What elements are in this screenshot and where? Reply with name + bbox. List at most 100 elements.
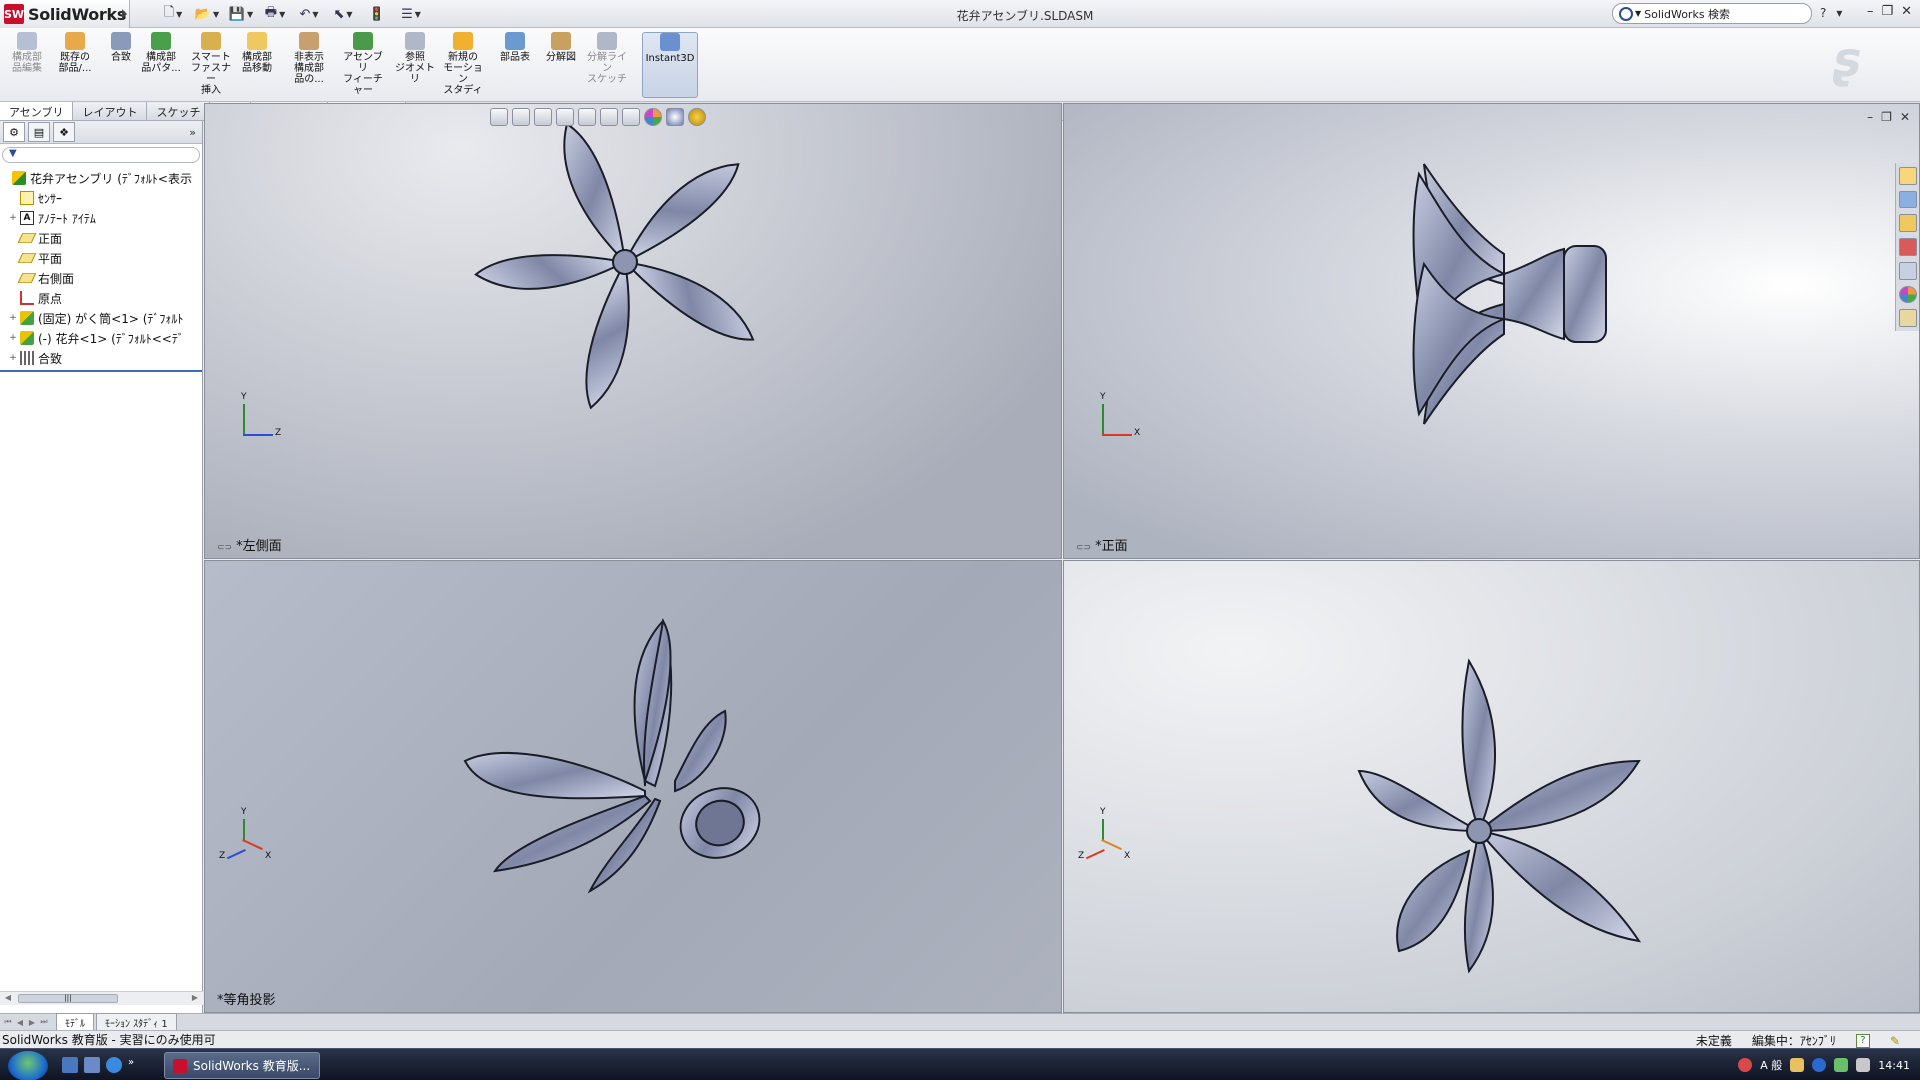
tree-item[interactable]: + 合致: [0, 348, 202, 368]
undo-icon[interactable]: ↶ ▼: [296, 4, 322, 24]
viewport-left[interactable]: Y Z ⊂⊃ *左側面: [204, 103, 1062, 559]
tree-item[interactable]: + A ｱﾉﾃｰﾄ ｱｲﾃﾑ: [0, 208, 202, 228]
view-orientation-icon[interactable]: [578, 108, 596, 126]
ribbon-button-1[interactable]: 既存の 部品/...: [52, 32, 98, 98]
property-manager-tab-icon[interactable]: ▤: [28, 122, 50, 142]
ribbon-button-10[interactable]: 部品表: [492, 32, 538, 98]
tree-item[interactable]: 原点: [0, 288, 202, 308]
taskbar-solidworks-button[interactable]: SolidWorks 教育版...: [164, 1052, 320, 1079]
more-icon[interactable]: »: [128, 1057, 134, 1073]
save-icon[interactable]: 💾 ▼: [228, 4, 254, 24]
view-palette-icon[interactable]: [1899, 261, 1917, 280]
ribbon-button-0[interactable]: 構成部 品編集: [4, 32, 50, 98]
network-icon[interactable]: [1834, 1058, 1849, 1072]
clock[interactable]: 14:41: [1878, 1059, 1910, 1072]
tree-item[interactable]: 平面: [0, 248, 202, 268]
ribbon-button-3[interactable]: 構成部 品パタ...: [138, 32, 184, 98]
tree-rollback-bar[interactable]: [0, 370, 202, 372]
command-tab-2[interactable]: スケッチ: [147, 102, 211, 120]
expand-icon[interactable]: +: [8, 353, 18, 363]
prev-tab-icon[interactable]: ◀: [14, 1018, 26, 1027]
hide-show-items-icon[interactable]: [622, 108, 640, 126]
search-results-icon[interactable]: [1899, 238, 1917, 256]
solidworks-menu-button[interactable]: SW SolidWorks: [0, 0, 130, 28]
viewport-close-button[interactable]: ✕: [1900, 110, 1910, 124]
expand-icon[interactable]: +: [8, 333, 18, 343]
ribbon-button-9[interactable]: 新規の モーション スタディ: [440, 32, 486, 98]
search-field[interactable]: ▼ SolidWorks 検索: [1612, 3, 1812, 24]
next-tab-icon[interactable]: ▶: [26, 1018, 38, 1027]
internet-explorer-icon[interactable]: [106, 1057, 122, 1073]
first-tab-icon[interactable]: ⏮: [2, 1017, 14, 1027]
viewport-restore-button[interactable]: ❐: [1881, 110, 1892, 124]
ribbon-button-13[interactable]: Instant3D: [642, 32, 698, 98]
design-library-icon[interactable]: [1899, 190, 1917, 209]
bottom-tab-0[interactable]: ﾓﾃﾞﾙ: [56, 1012, 94, 1032]
edit-appearance-icon[interactable]: [644, 108, 662, 126]
antivirus-icon[interactable]: [1738, 1058, 1753, 1072]
viewport-front[interactable]: Y X ⊂⊃ *正面: [1063, 103, 1920, 559]
print-icon[interactable]: 🖶 ▼: [262, 4, 288, 24]
zoom-to-fit-icon[interactable]: [490, 108, 508, 126]
previous-view-icon[interactable]: [534, 108, 552, 126]
expand-icon[interactable]: +: [8, 213, 18, 223]
feature-tree-tab-icon[interactable]: ⚙: [3, 122, 25, 142]
tree-item[interactable]: + (-) 花弁<1> (ﾃﾞﾌｫﾙﾄ<<ﾃﾞ: [0, 328, 202, 348]
open-folder-icon[interactable]: 📂 ▼: [194, 4, 220, 24]
select-arrow-icon[interactable]: ⬉ ▼: [330, 4, 356, 24]
help-dropdown-icon[interactable]: ▾: [1836, 6, 1842, 20]
collapse-panel-icon[interactable]: »: [189, 126, 196, 139]
window-switcher-icon[interactable]: [84, 1057, 100, 1073]
options-list-icon[interactable]: ☰ ▼: [398, 4, 424, 24]
minimize-button[interactable]: –: [1867, 4, 1874, 19]
section-view-icon[interactable]: [556, 108, 574, 126]
solidworks-resources-icon[interactable]: [1899, 167, 1917, 185]
display-style-icon[interactable]: [600, 108, 618, 126]
ribbon-button-5[interactable]: 構成部 品移動: [234, 32, 280, 98]
viewport-minimize-button[interactable]: –: [1867, 110, 1873, 124]
ribbon-button-12[interactable]: 分解ライン スケッチ: [584, 32, 630, 98]
rebuild-pencil-icon[interactable]: ✎: [1890, 1034, 1900, 1048]
scroll-right-icon[interactable]: ▶: [189, 993, 201, 1002]
scroll-left-icon[interactable]: ◀: [2, 993, 14, 1002]
bottom-tab-1[interactable]: ﾓｰｼｮﾝ ｽﾀﾃﾞｨ 1: [96, 1012, 177, 1032]
view-settings-icon[interactable]: [688, 108, 706, 126]
viewport-trimetric[interactable]: Y Z X: [1063, 560, 1920, 1013]
ribbon-button-6[interactable]: 非表示 構成部 品の...: [286, 32, 332, 98]
ime-tool-icon[interactable]: [1790, 1058, 1805, 1072]
ribbon-button-4[interactable]: スマート ファスナー 挿入: [188, 32, 234, 98]
command-tab-0[interactable]: アセンブリ: [0, 102, 74, 120]
custom-properties-icon[interactable]: [1899, 309, 1917, 328]
scrollbar-thumb[interactable]: |||: [18, 994, 118, 1003]
tree-item[interactable]: + (固定) がく筒<1> (ﾃﾞﾌｫﾙﾄ: [0, 308, 202, 328]
viewport-isometric[interactable]: Y Z X *等角投影: [204, 560, 1062, 1013]
tree-item[interactable]: 正面: [0, 228, 202, 248]
quick-tips-icon[interactable]: ?: [1855, 1033, 1870, 1048]
horizontal-scrollbar[interactable]: ◀ ||| ▶: [0, 991, 203, 1005]
tree-item[interactable]: ｾﾝｻｰ: [0, 188, 202, 208]
command-tab-1[interactable]: レイアウト: [73, 102, 148, 120]
ime-indicator[interactable]: A 般: [1760, 1057, 1782, 1073]
tree-item[interactable]: 花弁アセンブリ (ﾃﾞﾌｫﾙﾄ<表示: [0, 168, 202, 188]
ribbon-button-7[interactable]: アセンブリ フィーチャー: [340, 32, 386, 98]
apply-scene-icon[interactable]: [666, 108, 684, 126]
ribbon-button-11[interactable]: 分解図: [538, 32, 584, 98]
ribbon-button-8[interactable]: 参照 ジオメトリ: [392, 32, 438, 98]
volume-icon[interactable]: [1856, 1058, 1871, 1072]
appearances-icon[interactable]: [1899, 285, 1917, 304]
expand-icon[interactable]: +: [8, 313, 18, 323]
tree-item[interactable]: 右側面: [0, 268, 202, 288]
start-button[interactable]: [8, 1051, 48, 1080]
close-button[interactable]: ✕: [1901, 4, 1912, 19]
restore-button[interactable]: ❐: [1881, 4, 1893, 19]
filter-field[interactable]: ▼: [2, 147, 200, 163]
show-desktop-icon[interactable]: [62, 1057, 78, 1073]
rebuild-traffic-light-icon[interactable]: 🚦: [364, 4, 390, 24]
help-tray-icon[interactable]: [1812, 1058, 1827, 1072]
zoom-to-area-icon[interactable]: [512, 108, 530, 126]
last-tab-icon[interactable]: ⏭: [38, 1017, 50, 1027]
help-icon[interactable]: ?: [1820, 6, 1826, 20]
file-explorer-icon[interactable]: [1899, 214, 1917, 233]
configuration-manager-tab-icon[interactable]: ❖: [53, 122, 75, 142]
new-document-icon[interactable]: 🗋 ▼: [160, 4, 186, 24]
